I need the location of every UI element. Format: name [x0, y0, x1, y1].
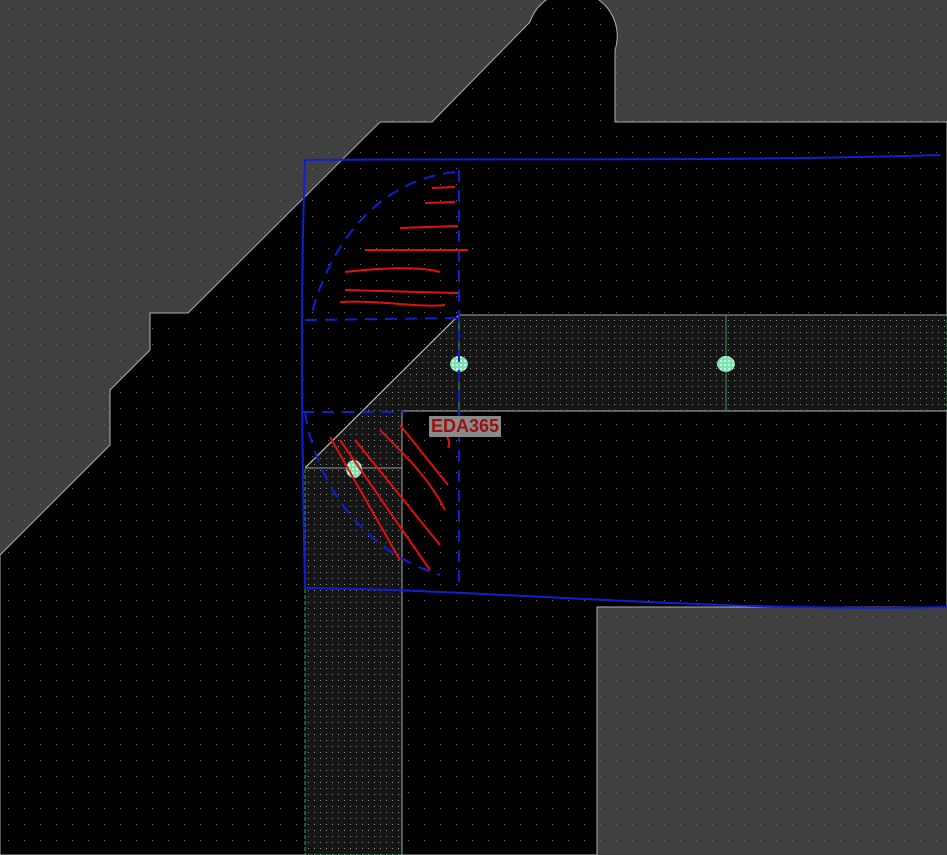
pcb-canvas[interactable]: EDA365	[0, 0, 947, 855]
via[interactable]	[717, 356, 735, 372]
net-label: EDA365	[429, 416, 502, 437]
